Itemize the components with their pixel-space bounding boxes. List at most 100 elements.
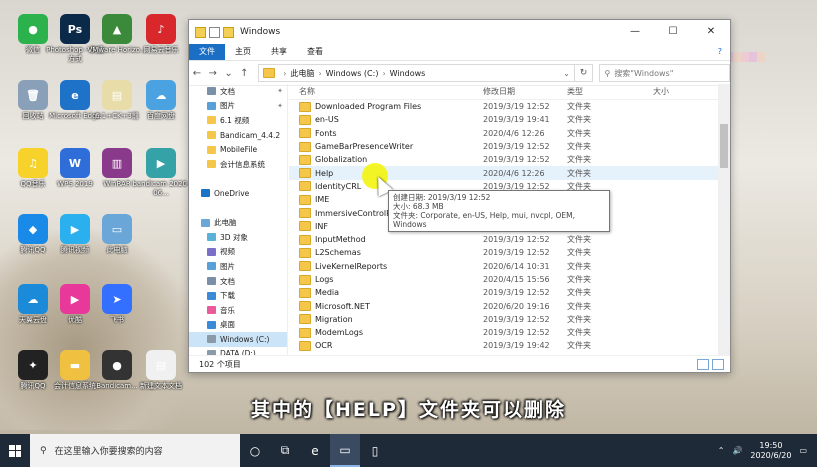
nav-item[interactable]: Bandicam_4.4.2 [189,128,287,143]
folder-icon [299,301,311,312]
help-icon[interactable]: ? [710,44,730,60]
breadcrumb-windows[interactable]: Windows [390,69,426,78]
file-row[interactable]: en-US 2019/3/19 19:41 文件夹 [289,113,730,126]
column-name[interactable]: 名称 [289,86,483,97]
file-type: 文件夹 [567,142,591,152]
file-row[interactable]: Migration 2019/3/19 12:52 文件夹 [289,313,730,326]
file-name: Migration [315,314,353,324]
tab-view[interactable]: 查看 [297,44,333,60]
up-icon[interactable]: ↑ [236,68,252,79]
tray-chevron-icon[interactable]: ⌃ [718,446,725,455]
text-file-icon: ▤ [146,350,176,380]
phone-app-icon[interactable]: ▯ [360,434,390,467]
folder-icon [299,287,311,298]
file-row[interactable]: ModemLogs 2019/3/19 12:52 文件夹 [289,326,730,339]
desktop-shortcut[interactable]: ☁ 百度网盘 [130,80,192,121]
task-view-icon[interactable]: ○ [240,434,270,467]
file-row[interactable]: OCR 2019/3/19 19:42 文件夹 [289,339,730,352]
nav-item [189,201,287,216]
file-row[interactable]: Globalization 2019/3/19 12:52 文件夹 [289,153,730,166]
nav-item[interactable]: 音乐 [189,303,287,318]
file-row[interactable]: LiveKernelReports 2020/6/14 10:31 文件夹 [289,260,730,273]
properties-icon[interactable] [209,26,220,38]
file-row[interactable]: Downloaded Program Files 2019/3/19 12:52 文… [289,100,730,113]
nav-item[interactable]: 6.1 视频 [189,113,287,128]
address-bar[interactable]: › 此电脑 › Windows (C:) › Windows ⌄ [258,64,575,82]
task-view-split-icon[interactable]: ⧉ [270,434,300,467]
column-type[interactable]: 类型 [567,86,653,97]
scroll-thumb[interactable] [720,124,728,168]
refresh-icon[interactable]: ↻ [574,64,594,82]
nav-item[interactable]: 此电脑 [189,215,287,230]
search-box[interactable]: ⚲ 搜索"Windows" [599,64,730,82]
breadcrumb-drive-c[interactable]: Windows (C:) [326,69,379,78]
large-icons-view-icon[interactable] [712,358,724,370]
tab-file[interactable]: 文件 [189,44,225,60]
start-button[interactable] [0,434,30,467]
file-row[interactable]: Fonts 2020/4/6 12:26 文件夹 [289,127,730,140]
file-row[interactable]: InputMethod 2019/3/19 12:52 文件夹 [289,233,730,246]
nav-item[interactable]: 文档 [189,274,287,289]
nav-item[interactable]: 图片 ✦ [189,99,287,114]
file-row[interactable]: Microsoft.NET 2020/6/20 19:16 文件夹 [289,299,730,312]
volume-icon[interactable]: 🔊 [732,446,742,455]
vertical-scrollbar[interactable] [718,84,730,356]
close-button[interactable]: ✕ [692,20,730,44]
chevron-down-icon[interactable]: ⌄ [560,69,574,78]
column-size[interactable]: 大小 [653,86,713,97]
nav-item[interactable]: 下载 [189,288,287,303]
desktop-shortcut[interactable]: ♪ 网易云音乐 [130,14,192,55]
clock[interactable]: 19:50 2020/6/20 [750,441,791,461]
file-explorer-icon[interactable]: ▭ [330,434,360,467]
breadcrumb-this-pc[interactable]: 此电脑 [290,68,314,79]
minimize-button[interactable]: — [616,20,654,44]
nav-item[interactable]: 视频 [189,245,287,260]
nav-item[interactable]: MobileFile [189,142,287,157]
back-icon[interactable]: ← [189,68,205,79]
details-view-icon[interactable] [697,358,709,370]
nav-item[interactable]: Windows (C:) [189,332,287,347]
taskbar-search[interactable]: ⚲ 在这里输入你要搜索的内容 [30,434,240,467]
file-name-cell: L2Schemas [289,247,483,258]
recent-locations-icon[interactable]: ⌄ [221,68,237,79]
desktop-shortcut[interactable]: ➤ 飞书 [86,284,148,325]
item-count: 102 个项目 [199,359,241,369]
desktop-shortcut[interactable]: ▶ bandicam 2020-06... [130,148,192,198]
taskbar-apps: ○ ⧉ e ▭ ▯ [240,434,390,467]
desktop-shortcut[interactable]: ▤ 新建文本文档 [130,350,192,391]
new-folder-icon[interactable] [223,26,234,38]
system-tray: ⌃ 🔊 19:50 2020/6/20 ▭ [718,441,807,461]
baidu-netdisk-icon: ☁ [146,80,176,110]
file-date: 2020/4/15 15:56 [483,275,550,284]
desktop-shortcut[interactable]: ▭ 此电脑 [86,214,148,255]
tab-home[interactable]: 主页 [225,44,261,60]
file-row[interactable]: Logs 2020/4/15 15:56 文件夹 [289,273,730,286]
file-name: L2Schemas [315,248,361,258]
videos-icon [207,247,216,256]
maximize-button[interactable]: ☐ [654,20,692,44]
file-row[interactable]: L2Schemas 2019/3/19 12:52 文件夹 [289,246,730,259]
folder-icon[interactable] [195,26,206,38]
file-name: InputMethod [315,235,366,245]
forward-icon[interactable]: → [205,68,221,79]
pictures-icon [207,262,216,271]
file-row[interactable]: Help 2020/4/6 12:26 文件夹 [289,166,730,180]
nav-item[interactable]: 3D 对象 [189,230,287,245]
tab-share[interactable]: 共享 [261,44,297,60]
edge-icon[interactable]: e [300,434,330,467]
column-date[interactable]: 修改日期 [483,86,567,97]
nav-item[interactable]: OneDrive [189,186,287,201]
nav-item-label: 音乐 [220,305,235,315]
nav-item[interactable]: 文档 ✦ [189,84,287,99]
pin-icon: ✦ [277,101,283,110]
file-row[interactable]: GameBarPresenceWriter 2019/3/19 12:52 文件夹 [289,140,730,153]
nav-item[interactable]: 会计信息系统 [189,157,287,172]
notifications-icon[interactable]: ▭ [799,446,807,455]
file-date: 2019/3/19 12:52 [483,328,550,338]
file-row[interactable]: Media 2019/3/19 12:52 文件夹 [289,286,730,299]
documents-icon [207,277,216,286]
breadcrumb-separator: › [283,68,287,78]
nav-item-label: 6.1 视频 [220,115,250,125]
nav-item[interactable]: 桌面 [189,318,287,333]
nav-item[interactable]: 图片 [189,259,287,274]
